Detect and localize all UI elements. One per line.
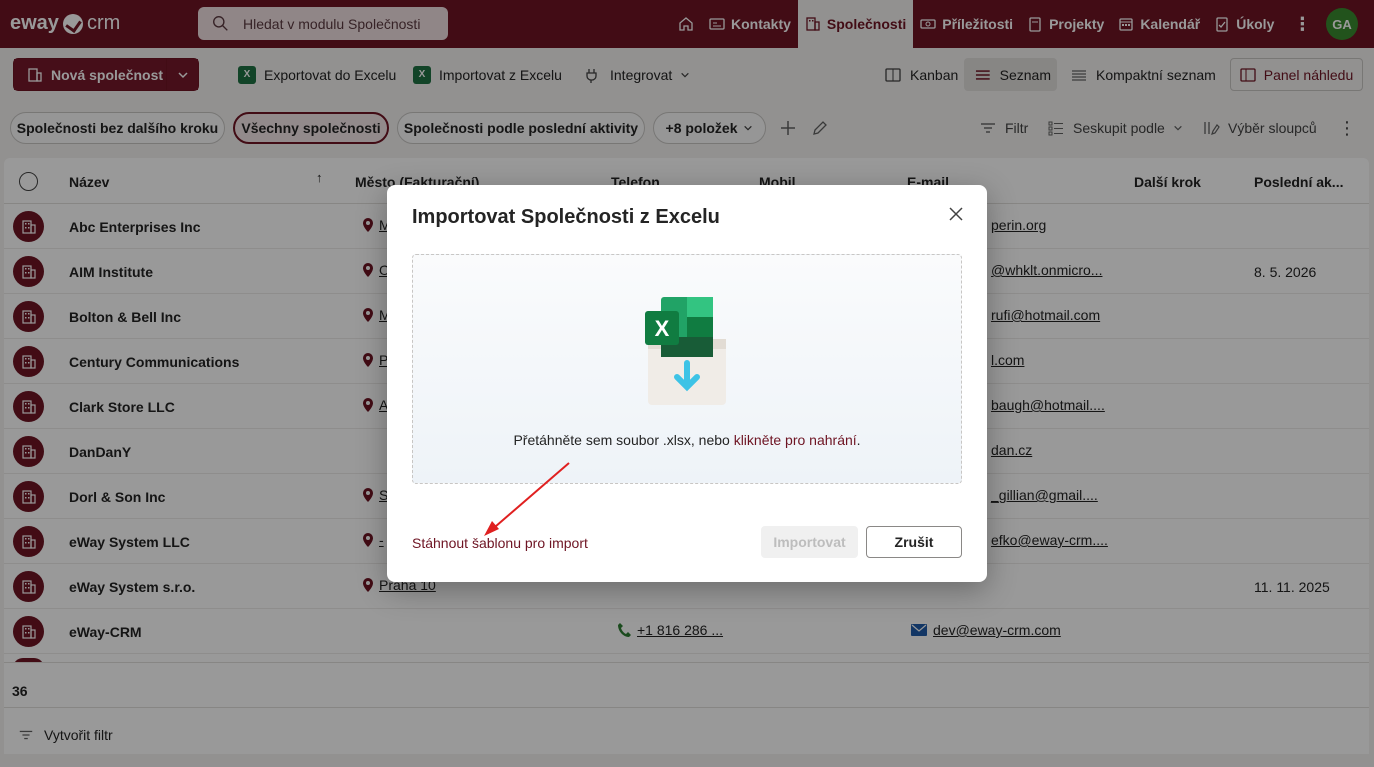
annotation-arrow [484, 462, 570, 536]
file-drop-zone[interactable]: X Přetáhněte sem soubor .xlsx, nebo klik… [412, 254, 962, 484]
drop-text: Přetáhněte sem soubor .xlsx, nebo [513, 432, 734, 448]
dialog-title: Importovat Společnosti z Excelu [412, 206, 720, 228]
drop-text-end: . [856, 432, 861, 448]
svg-text:X: X [655, 316, 670, 341]
cancel-button[interactable]: Zrušit [866, 526, 962, 558]
drop-instructions: Přetáhněte sem soubor .xlsx, nebo klikně… [413, 432, 961, 448]
excel-download-icon: X [645, 297, 726, 405]
click-to-upload-link[interactable]: klikněte pro nahrání [734, 432, 857, 448]
close-icon[interactable] [947, 205, 965, 223]
import-button[interactable]: Importovat [761, 526, 858, 558]
